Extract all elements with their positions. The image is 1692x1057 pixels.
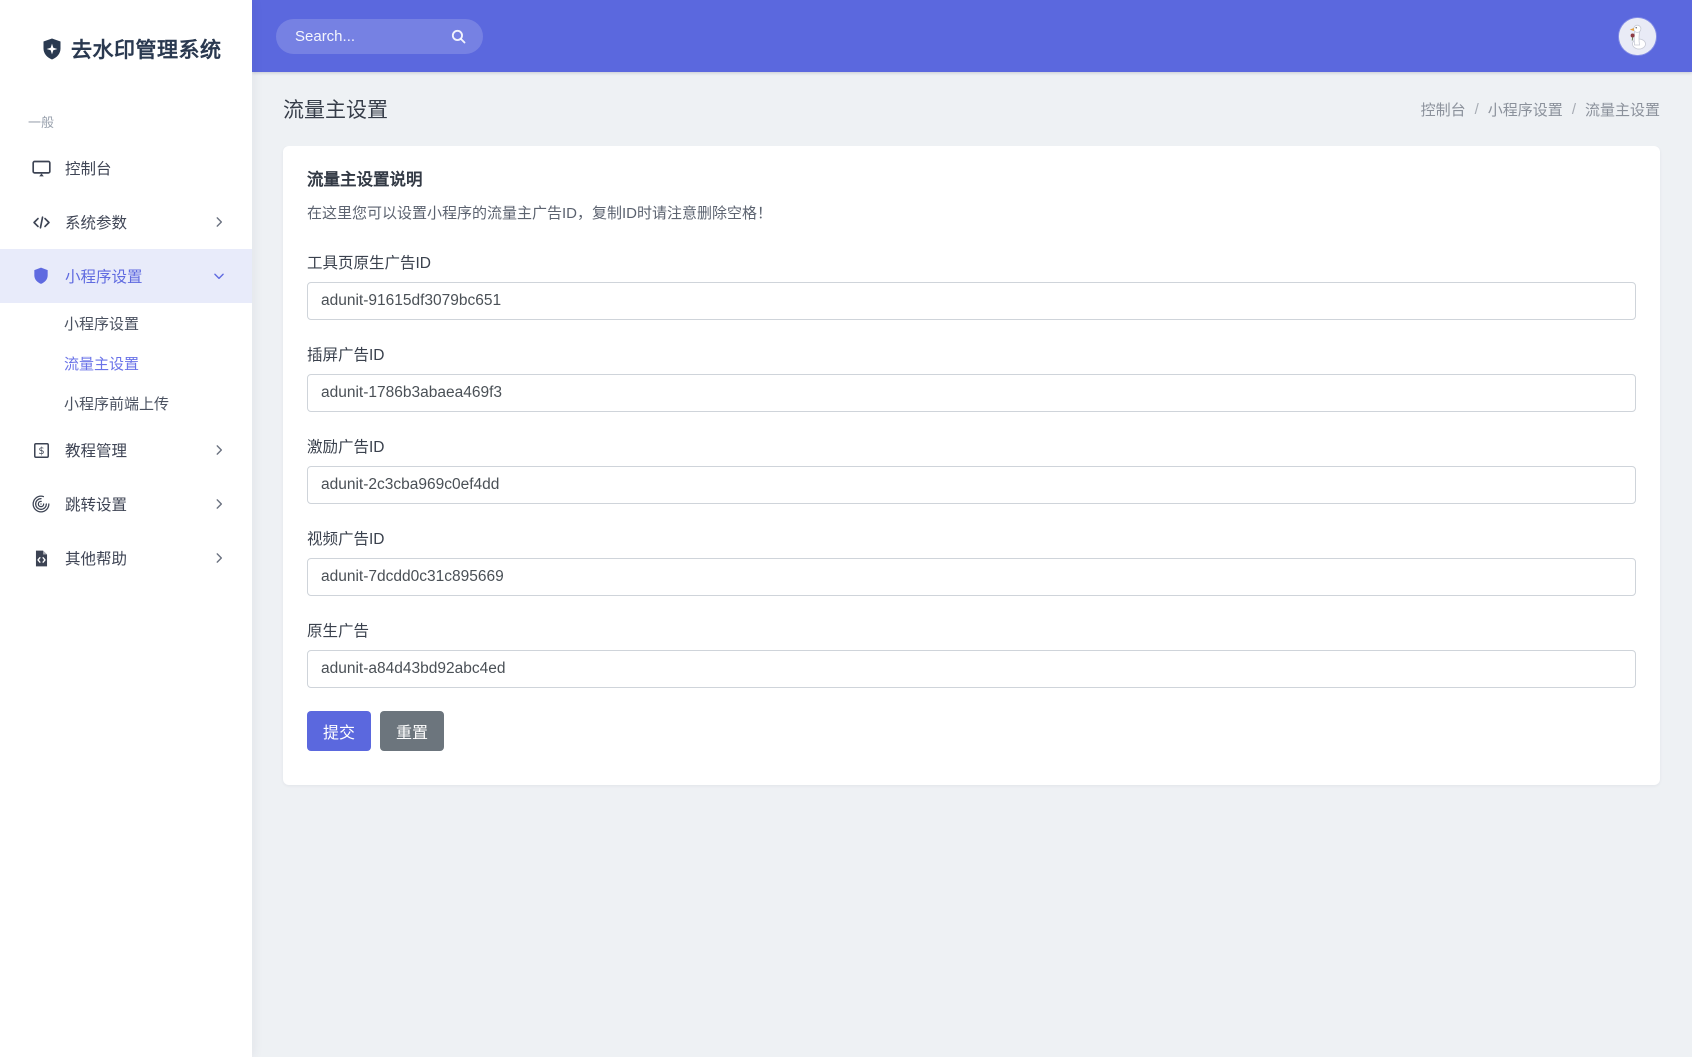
submenu-item-frontend-upload[interactable]: 小程序前端上传 bbox=[0, 383, 252, 423]
main-area: 流量主设置 控制台 / 小程序设置 / 流量主设置 流量主设置说明 在这里您可以… bbox=[252, 0, 1692, 1057]
video-ad-id-input[interactable] bbox=[307, 558, 1636, 596]
video-ad-id-label: 视频广告ID bbox=[307, 531, 385, 548]
reset-button[interactable]: 重置 bbox=[380, 711, 445, 751]
chevron-right-icon bbox=[212, 497, 226, 511]
submenu-item-label: 小程序设置 bbox=[64, 315, 140, 333]
shield-logo-icon bbox=[40, 37, 64, 61]
file-code-icon bbox=[30, 547, 52, 569]
sidebar-item-label: 系统参数 bbox=[65, 215, 128, 232]
submenu-item-traffic-settings[interactable]: 流量主设置 bbox=[0, 343, 252, 383]
sidebar: 去水印管理系统 一般 控制台 系统参数 小程序设置 小程序设置 流量主设置 小程… bbox=[0, 0, 252, 1057]
search-input[interactable] bbox=[295, 27, 450, 45]
form-field: 激励广告ID bbox=[307, 435, 1636, 504]
form-field: 视频广告ID bbox=[307, 527, 1636, 596]
rewarded-ad-id-input[interactable] bbox=[307, 466, 1636, 504]
rewarded-ad-id-label: 激励广告ID bbox=[307, 439, 385, 456]
sidebar-item-system-params[interactable]: 系统参数 bbox=[0, 195, 252, 249]
user-avatar[interactable] bbox=[1619, 17, 1656, 55]
chevron-right-icon bbox=[212, 215, 226, 229]
shield-icon bbox=[30, 265, 52, 287]
traffic-settings-card: 流量主设置说明 在这里您可以设置小程序的流量主广告ID，复制ID时请注意删除空格… bbox=[283, 146, 1660, 785]
sidebar-item-other-help[interactable]: 其他帮助 bbox=[0, 531, 252, 585]
breadcrumb-separator: / bbox=[1571, 100, 1576, 118]
search-icon[interactable] bbox=[450, 28, 467, 45]
form-field: 原生广告 bbox=[307, 619, 1636, 688]
svg-text:$: $ bbox=[38, 446, 44, 457]
app-logo[interactable]: 去水印管理系统 bbox=[0, 0, 252, 94]
chevron-right-icon bbox=[212, 443, 226, 457]
miniprogram-submenu: 小程序设置 流量主设置 小程序前端上传 bbox=[0, 303, 252, 423]
chevron-down-icon bbox=[212, 269, 226, 283]
form-actions: 提交 重置 bbox=[307, 711, 1636, 751]
submit-button[interactable]: 提交 bbox=[307, 711, 372, 751]
tool-page-native-ad-id-label: 工具页原生广告ID bbox=[307, 255, 432, 272]
sidebar-item-label: 跳转设置 bbox=[65, 497, 128, 514]
fingerprint-icon bbox=[30, 493, 52, 515]
page-content: 流量主设置说明 在这里您可以设置小程序的流量主广告ID，复制ID时请注意删除空格… bbox=[252, 146, 1692, 1057]
chevron-right-icon bbox=[212, 551, 226, 565]
sidebar-nav: 控制台 系统参数 小程序设置 小程序设置 流量主设置 小程序前端上传 $ 教程管… bbox=[0, 141, 252, 585]
card-heading: 流量主设置说明 bbox=[307, 171, 423, 189]
sidebar-section-label: 一般 bbox=[28, 115, 55, 130]
app-title: 去水印管理系统 bbox=[71, 39, 222, 62]
page-title: 流量主设置 bbox=[283, 99, 388, 122]
desktop-icon bbox=[30, 157, 52, 179]
submenu-item-miniprogram-settings[interactable]: 小程序设置 bbox=[0, 303, 252, 343]
breadcrumb-separator: / bbox=[1474, 100, 1479, 118]
sidebar-item-tutorial-management[interactable]: $ 教程管理 bbox=[0, 423, 252, 477]
sidebar-item-label: 教程管理 bbox=[65, 443, 128, 460]
form-field: 工具页原生广告ID bbox=[307, 251, 1636, 320]
breadcrumb-item-console[interactable]: 控制台 bbox=[1421, 99, 1466, 120]
breadcrumb-item-miniprogram-settings[interactable]: 小程序设置 bbox=[1488, 99, 1563, 120]
native-ad-input[interactable] bbox=[307, 650, 1636, 688]
card-description: 在这里您可以设置小程序的流量主广告ID，复制ID时请注意删除空格！ bbox=[307, 205, 773, 222]
sidebar-item-label: 控制台 bbox=[65, 161, 112, 178]
breadcrumb: 控制台 / 小程序设置 / 流量主设置 bbox=[1421, 99, 1660, 120]
interstitial-ad-id-label: 插屏广告ID bbox=[307, 347, 385, 364]
sidebar-item-label: 其他帮助 bbox=[65, 551, 128, 568]
sidebar-item-miniprogram-settings[interactable]: 小程序设置 bbox=[0, 249, 252, 303]
interstitial-ad-id-input[interactable] bbox=[307, 374, 1636, 412]
submenu-item-label: 流量主设置 bbox=[64, 355, 140, 373]
sidebar-item-redirect-settings[interactable]: 跳转设置 bbox=[0, 477, 252, 531]
submenu-item-label: 小程序前端上传 bbox=[64, 395, 170, 413]
sidebar-item-console[interactable]: 控制台 bbox=[0, 141, 252, 195]
dollar-square-icon: $ bbox=[30, 439, 52, 461]
sidebar-item-label: 小程序设置 bbox=[65, 269, 143, 286]
breadcrumb-item-traffic-settings[interactable]: 流量主设置 bbox=[1585, 99, 1660, 120]
code-icon bbox=[30, 211, 52, 233]
tool-page-native-ad-id-input[interactable] bbox=[307, 282, 1636, 320]
topbar bbox=[252, 0, 1692, 72]
form-field: 插屏广告ID bbox=[307, 343, 1636, 412]
app-root: 去水印管理系统 一般 控制台 系统参数 小程序设置 小程序设置 流量主设置 小程… bbox=[0, 0, 1692, 1057]
page-header: 流量主设置 控制台 / 小程序设置 / 流量主设置 bbox=[252, 72, 1692, 146]
search-bar bbox=[276, 18, 483, 54]
native-ad-label: 原生广告 bbox=[307, 623, 370, 640]
